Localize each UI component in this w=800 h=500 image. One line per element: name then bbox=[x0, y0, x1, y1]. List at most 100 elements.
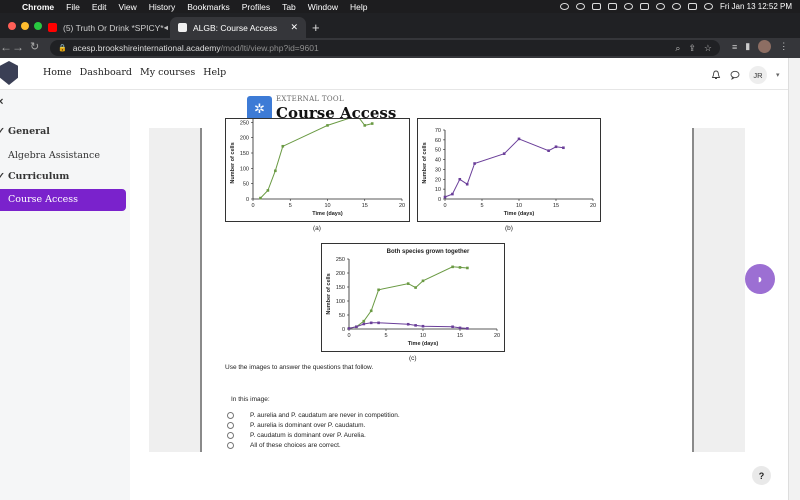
y-tick-label: 10 bbox=[435, 187, 441, 193]
tab-course-access[interactable]: ALGB: Course Access ✕ bbox=[170, 17, 306, 38]
x-tick-label: 5 bbox=[384, 333, 387, 339]
answer-choice[interactable]: P. caudatum is dominant over P. Aurelia. bbox=[227, 432, 366, 439]
y-tick-label: 50 bbox=[339, 313, 345, 319]
minimize-window-button[interactable] bbox=[21, 22, 29, 30]
x-axis-label: Time (days) bbox=[504, 211, 535, 217]
answer-choice[interactable]: All of these choices are correct. bbox=[227, 442, 341, 449]
data-point bbox=[473, 162, 476, 165]
radio-button[interactable] bbox=[227, 432, 234, 439]
menu-help[interactable]: Help bbox=[344, 2, 373, 12]
question-intro: Use the images to answer the questions t… bbox=[225, 364, 374, 371]
profile-avatar[interactable] bbox=[758, 40, 772, 53]
display-icon[interactable] bbox=[607, 3, 617, 10]
siri-icon[interactable] bbox=[703, 3, 713, 10]
url-path: /mod/lti/view.php?id=9601 bbox=[220, 43, 319, 53]
answer-choice[interactable]: P. aurelia and P. caudatum are never in … bbox=[227, 412, 400, 419]
share-icon[interactable]: ⇪ bbox=[688, 43, 696, 54]
drawer-section-general[interactable]: General bbox=[8, 126, 50, 137]
zoom-icon[interactable]: ⌕ bbox=[675, 43, 680, 54]
question-stem: In this image: bbox=[231, 396, 270, 403]
status-app-icon[interactable] bbox=[559, 3, 569, 10]
menu-bookmarks[interactable]: Bookmarks bbox=[181, 2, 236, 12]
new-tab-button[interactable]: + bbox=[312, 20, 320, 35]
nav-my-courses[interactable]: My courses bbox=[140, 67, 195, 78]
chevron-down-icon[interactable]: ✓ bbox=[0, 171, 5, 182]
data-point bbox=[421, 324, 425, 328]
close-window-button[interactable] bbox=[8, 22, 16, 30]
drawer-section-curriculum[interactable]: Curriculum bbox=[8, 171, 69, 182]
bookmark-star-icon[interactable]: ☆ bbox=[704, 43, 712, 54]
menu-edit[interactable]: Edit bbox=[86, 2, 113, 12]
menu-profiles[interactable]: Profiles bbox=[236, 2, 276, 12]
chevron-down-icon[interactable]: ✓ bbox=[0, 126, 5, 137]
clock[interactable]: Fri Jan 13 12:52 PM bbox=[720, 2, 792, 11]
data-point bbox=[377, 288, 380, 292]
volume-icon[interactable] bbox=[591, 3, 601, 10]
data-point bbox=[451, 192, 454, 196]
data-point bbox=[554, 145, 558, 149]
side-panel-icon[interactable]: ▮ bbox=[745, 41, 750, 52]
menu-view[interactable]: View bbox=[112, 2, 142, 12]
drawer-item-course-access[interactable]: Course Access bbox=[0, 189, 126, 211]
control-center-icon[interactable] bbox=[687, 3, 697, 10]
nav-help[interactable]: Help bbox=[203, 67, 226, 78]
x-tick-label: 5 bbox=[289, 203, 292, 209]
menu-tab[interactable]: Tab bbox=[276, 2, 302, 12]
reading-list-icon[interactable]: ≡ bbox=[732, 42, 737, 52]
battery-icon[interactable] bbox=[639, 3, 649, 10]
chart-b-caption: (b) bbox=[505, 225, 513, 232]
nav-home[interactable]: Home bbox=[43, 67, 72, 78]
forward-icon[interactable]: → bbox=[12, 40, 24, 54]
play-icon[interactable] bbox=[575, 3, 585, 10]
answer-choice[interactable]: P. aurelia is dominant over P. caudatum. bbox=[227, 422, 365, 429]
close-drawer-icon[interactable]: × bbox=[0, 96, 3, 108]
chevron-down-icon[interactable]: ▾ bbox=[776, 71, 780, 79]
nav-dashboard[interactable]: Dashboard bbox=[80, 67, 132, 78]
x-tick-label: 20 bbox=[494, 333, 500, 339]
chat-icon[interactable]: ◗ bbox=[745, 264, 775, 294]
lock-icon[interactable]: 🔒 bbox=[58, 44, 67, 52]
y-tick-label: 0 bbox=[342, 327, 345, 333]
y-tick-label: 200 bbox=[336, 271, 345, 277]
x-axis-label: Time (days) bbox=[312, 211, 343, 217]
site-logo[interactable] bbox=[0, 61, 18, 85]
more-menu-icon[interactable]: ⋮ bbox=[779, 41, 788, 52]
radio-button[interactable] bbox=[227, 442, 234, 449]
user-avatar[interactable]: JR bbox=[749, 66, 767, 84]
app-menu-chrome[interactable]: Chrome bbox=[16, 2, 60, 12]
search-icon[interactable] bbox=[671, 3, 681, 10]
bell-icon[interactable] bbox=[711, 70, 721, 80]
menu-window[interactable]: Window bbox=[302, 2, 344, 12]
y-axis-label: Number of cells bbox=[230, 142, 236, 183]
data-point bbox=[259, 196, 262, 200]
wifi-icon[interactable] bbox=[655, 3, 665, 10]
answer-choice-label: P. aurelia is dominant over P. caudatum. bbox=[250, 422, 366, 429]
data-point bbox=[281, 144, 285, 148]
moon-icon[interactable] bbox=[623, 3, 633, 10]
status-area: Fri Jan 13 12:52 PM bbox=[559, 2, 800, 11]
messages-icon[interactable] bbox=[730, 70, 740, 80]
tab-youtube[interactable]: (5) Truth Or Drink *SPICY* ◀) ✕ bbox=[40, 17, 168, 38]
page-scrollbar[interactable] bbox=[788, 58, 800, 500]
data-point bbox=[421, 279, 425, 283]
radio-button[interactable] bbox=[227, 422, 234, 429]
omnibox-actions: ⌕ ⇪ ☆ bbox=[675, 43, 720, 54]
data-point bbox=[274, 169, 277, 173]
back-icon[interactable]: ← bbox=[0, 40, 12, 54]
speaker-icon[interactable]: ◀) bbox=[164, 23, 168, 32]
site-header: Home Dashboard My courses Help JR ▾ bbox=[0, 58, 788, 90]
menu-file[interactable]: File bbox=[60, 2, 86, 12]
help-button[interactable]: ? bbox=[752, 466, 771, 485]
data-point bbox=[414, 324, 417, 327]
menu-history[interactable]: History bbox=[143, 2, 181, 12]
chart-a-caption: (a) bbox=[313, 225, 321, 232]
reload-icon[interactable]: ↻ bbox=[30, 40, 39, 53]
x-tick-label: 0 bbox=[251, 203, 254, 209]
data-point bbox=[451, 265, 454, 269]
y-tick-label: 100 bbox=[240, 166, 249, 172]
radio-button[interactable] bbox=[227, 412, 234, 419]
close-tab-icon[interactable]: ✕ bbox=[286, 22, 298, 33]
data-point bbox=[370, 122, 374, 125]
drawer-item-algebra-assistance[interactable]: Algebra Assistance bbox=[8, 150, 100, 161]
address-bar[interactable]: 🔒 acesp.brookshireinternational.academy /… bbox=[50, 40, 720, 56]
